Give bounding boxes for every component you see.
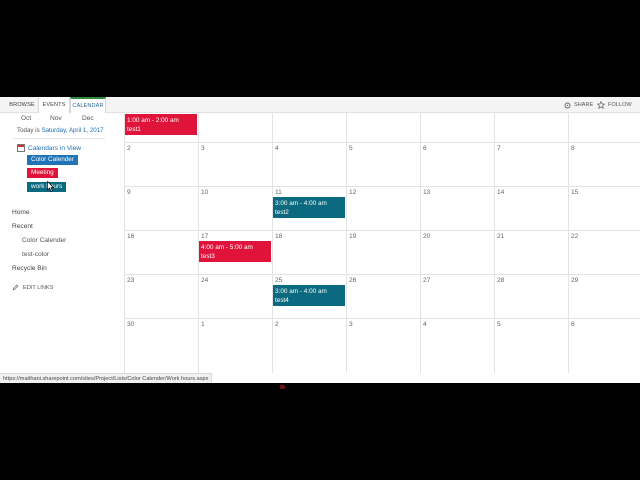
day-number[interactable]: 27 <box>423 277 430 284</box>
today-prefix: Today is <box>17 127 40 134</box>
follow-label: FOLLOW <box>608 101 632 108</box>
edit-links-button[interactable]: EDIT LINKS <box>12 284 53 291</box>
event-time: 1:00 am - 2:00 am <box>127 117 179 124</box>
day-number[interactable]: 20 <box>423 233 430 240</box>
day-number[interactable]: 25 <box>275 277 282 284</box>
nav-recycle-bin[interactable]: Recycle Bin <box>12 265 47 272</box>
day-number[interactable]: 17 <box>201 233 208 240</box>
share-button[interactable]: SHARE <box>564 97 593 113</box>
day-number[interactable]: 19 <box>349 233 356 240</box>
star-icon <box>597 101 605 109</box>
browser-status-bar: https://maithani.sharepoint.com/sites/Pr… <box>0 373 213 383</box>
day-number[interactable]: 12 <box>349 189 356 196</box>
day-number[interactable]: 4 <box>275 145 279 152</box>
grid-column-line <box>494 113 495 373</box>
calendar-event[interactable]: 3:00 am - 4:00 am test4 <box>273 285 345 306</box>
nav-home[interactable]: Home <box>12 209 30 216</box>
event-title: test1 <box>127 126 141 133</box>
day-number[interactable]: 4 <box>423 321 427 328</box>
event-time: 3:00 am - 4:00 am <box>275 288 327 295</box>
nav-recent[interactable]: Recent <box>12 223 33 230</box>
day-number[interactable]: 14 <box>497 189 504 196</box>
day-number[interactable]: 15 <box>571 189 578 196</box>
nav-recent-color-calender[interactable]: Color Calender <box>22 237 66 244</box>
event-title: test4 <box>275 297 289 304</box>
day-number[interactable]: 5 <box>497 321 501 328</box>
day-number[interactable]: 22 <box>571 233 578 240</box>
day-number[interactable]: 6 <box>423 145 427 152</box>
day-number[interactable]: 11 <box>275 189 282 196</box>
day-number[interactable]: 8 <box>571 145 575 152</box>
left-navigation: Oct Nov Dec Today is Saturday, April 1, … <box>0 113 118 373</box>
month-calendar-grid: 2 3 4 5 6 7 8 9 10 11 12 13 14 15 16 17 18 19 20 21 22 23 24 25… <box>124 113 640 373</box>
share-label: SHARE <box>574 101 594 108</box>
sharepoint-window: BROWSE EVENTS CALENDAR SHARE FOLLOW Oct … <box>0 97 640 383</box>
day-number[interactable]: 18 <box>275 233 282 240</box>
date-picker-month[interactable]: Oct <box>21 115 31 122</box>
edit-links-label: EDIT LINKS <box>23 284 54 291</box>
tab-browse[interactable]: BROWSE <box>6 97 38 113</box>
calendars-in-view-heading[interactable]: Calendars in View <box>17 144 81 152</box>
grid-row-line <box>124 142 640 143</box>
day-number[interactable]: 29 <box>571 277 578 284</box>
date-picker-month[interactable]: Nov <box>50 115 62 122</box>
day-number[interactable]: 3 <box>349 321 353 328</box>
ribbon: BROWSE EVENTS CALENDAR SHARE FOLLOW <box>0 97 640 113</box>
grid-row-line <box>124 274 640 275</box>
event-time: 3:00 am - 4:00 am <box>275 200 327 207</box>
calendar-event[interactable]: 4:00 am - 5:00 am test3 <box>199 241 271 262</box>
grid-row-line <box>124 230 640 231</box>
calendar-overlay-meeting[interactable]: Meeting <box>27 168 58 178</box>
divider <box>13 138 105 139</box>
calendar-event[interactable]: 3:00 am - 4:00 am test2 <box>273 197 345 218</box>
event-time: 4:00 am - 5:00 am <box>201 244 253 251</box>
day-number[interactable]: 16 <box>127 233 134 240</box>
day-number[interactable]: 6 <box>571 321 575 328</box>
nav-recent-test-color[interactable]: test-color <box>22 251 49 258</box>
today-indicator: Today is Saturday, April 1, 2017 <box>17 127 104 134</box>
date-picker-month[interactable]: Dec <box>82 115 94 122</box>
calendar-overlay-color-calender[interactable]: Color Calender <box>27 155 78 165</box>
day-number[interactable]: 10 <box>201 189 208 196</box>
day-number[interactable]: 26 <box>349 277 356 284</box>
grid-row-line <box>124 186 640 187</box>
day-number[interactable]: 24 <box>201 277 208 284</box>
calendar-event[interactable]: 1:00 am - 2:00 am test1 <box>125 114 197 135</box>
day-number[interactable]: 9 <box>127 189 131 196</box>
day-number[interactable]: 5 <box>349 145 353 152</box>
follow-button[interactable]: FOLLOW <box>597 97 632 113</box>
day-number[interactable]: 2 <box>127 145 131 152</box>
pencil-icon <box>12 284 19 291</box>
grid-column-line <box>568 113 569 373</box>
today-date-link[interactable]: Saturday, April 1, 2017 <box>41 127 103 134</box>
day-number[interactable]: 28 <box>497 277 504 284</box>
day-number[interactable]: 21 <box>497 233 504 240</box>
mouse-cursor-icon <box>47 181 54 192</box>
grid-column-line <box>346 113 347 373</box>
grid-column-line <box>272 113 273 373</box>
calendar-icon <box>17 144 25 152</box>
event-title: test2 <box>275 209 289 216</box>
day-number[interactable]: 7 <box>497 145 501 152</box>
event-title: test3 <box>201 253 215 260</box>
grid-column-line <box>124 113 125 373</box>
tab-events[interactable]: EVENTS <box>38 97 70 113</box>
day-number[interactable]: 30 <box>127 321 134 328</box>
grid-column-line <box>420 113 421 373</box>
day-number[interactable]: 3 <box>201 145 205 152</box>
grid-row-line <box>124 318 640 319</box>
day-number[interactable]: 1 <box>201 321 205 328</box>
day-number[interactable]: 23 <box>127 277 134 284</box>
indicator-dot <box>280 385 285 389</box>
share-icon <box>564 102 571 108</box>
calendars-in-view-label: Calendars in View <box>28 144 82 152</box>
day-number[interactable]: 2 <box>275 321 279 328</box>
tab-calendar[interactable]: CALENDAR <box>70 97 106 113</box>
day-number[interactable]: 13 <box>423 189 430 196</box>
